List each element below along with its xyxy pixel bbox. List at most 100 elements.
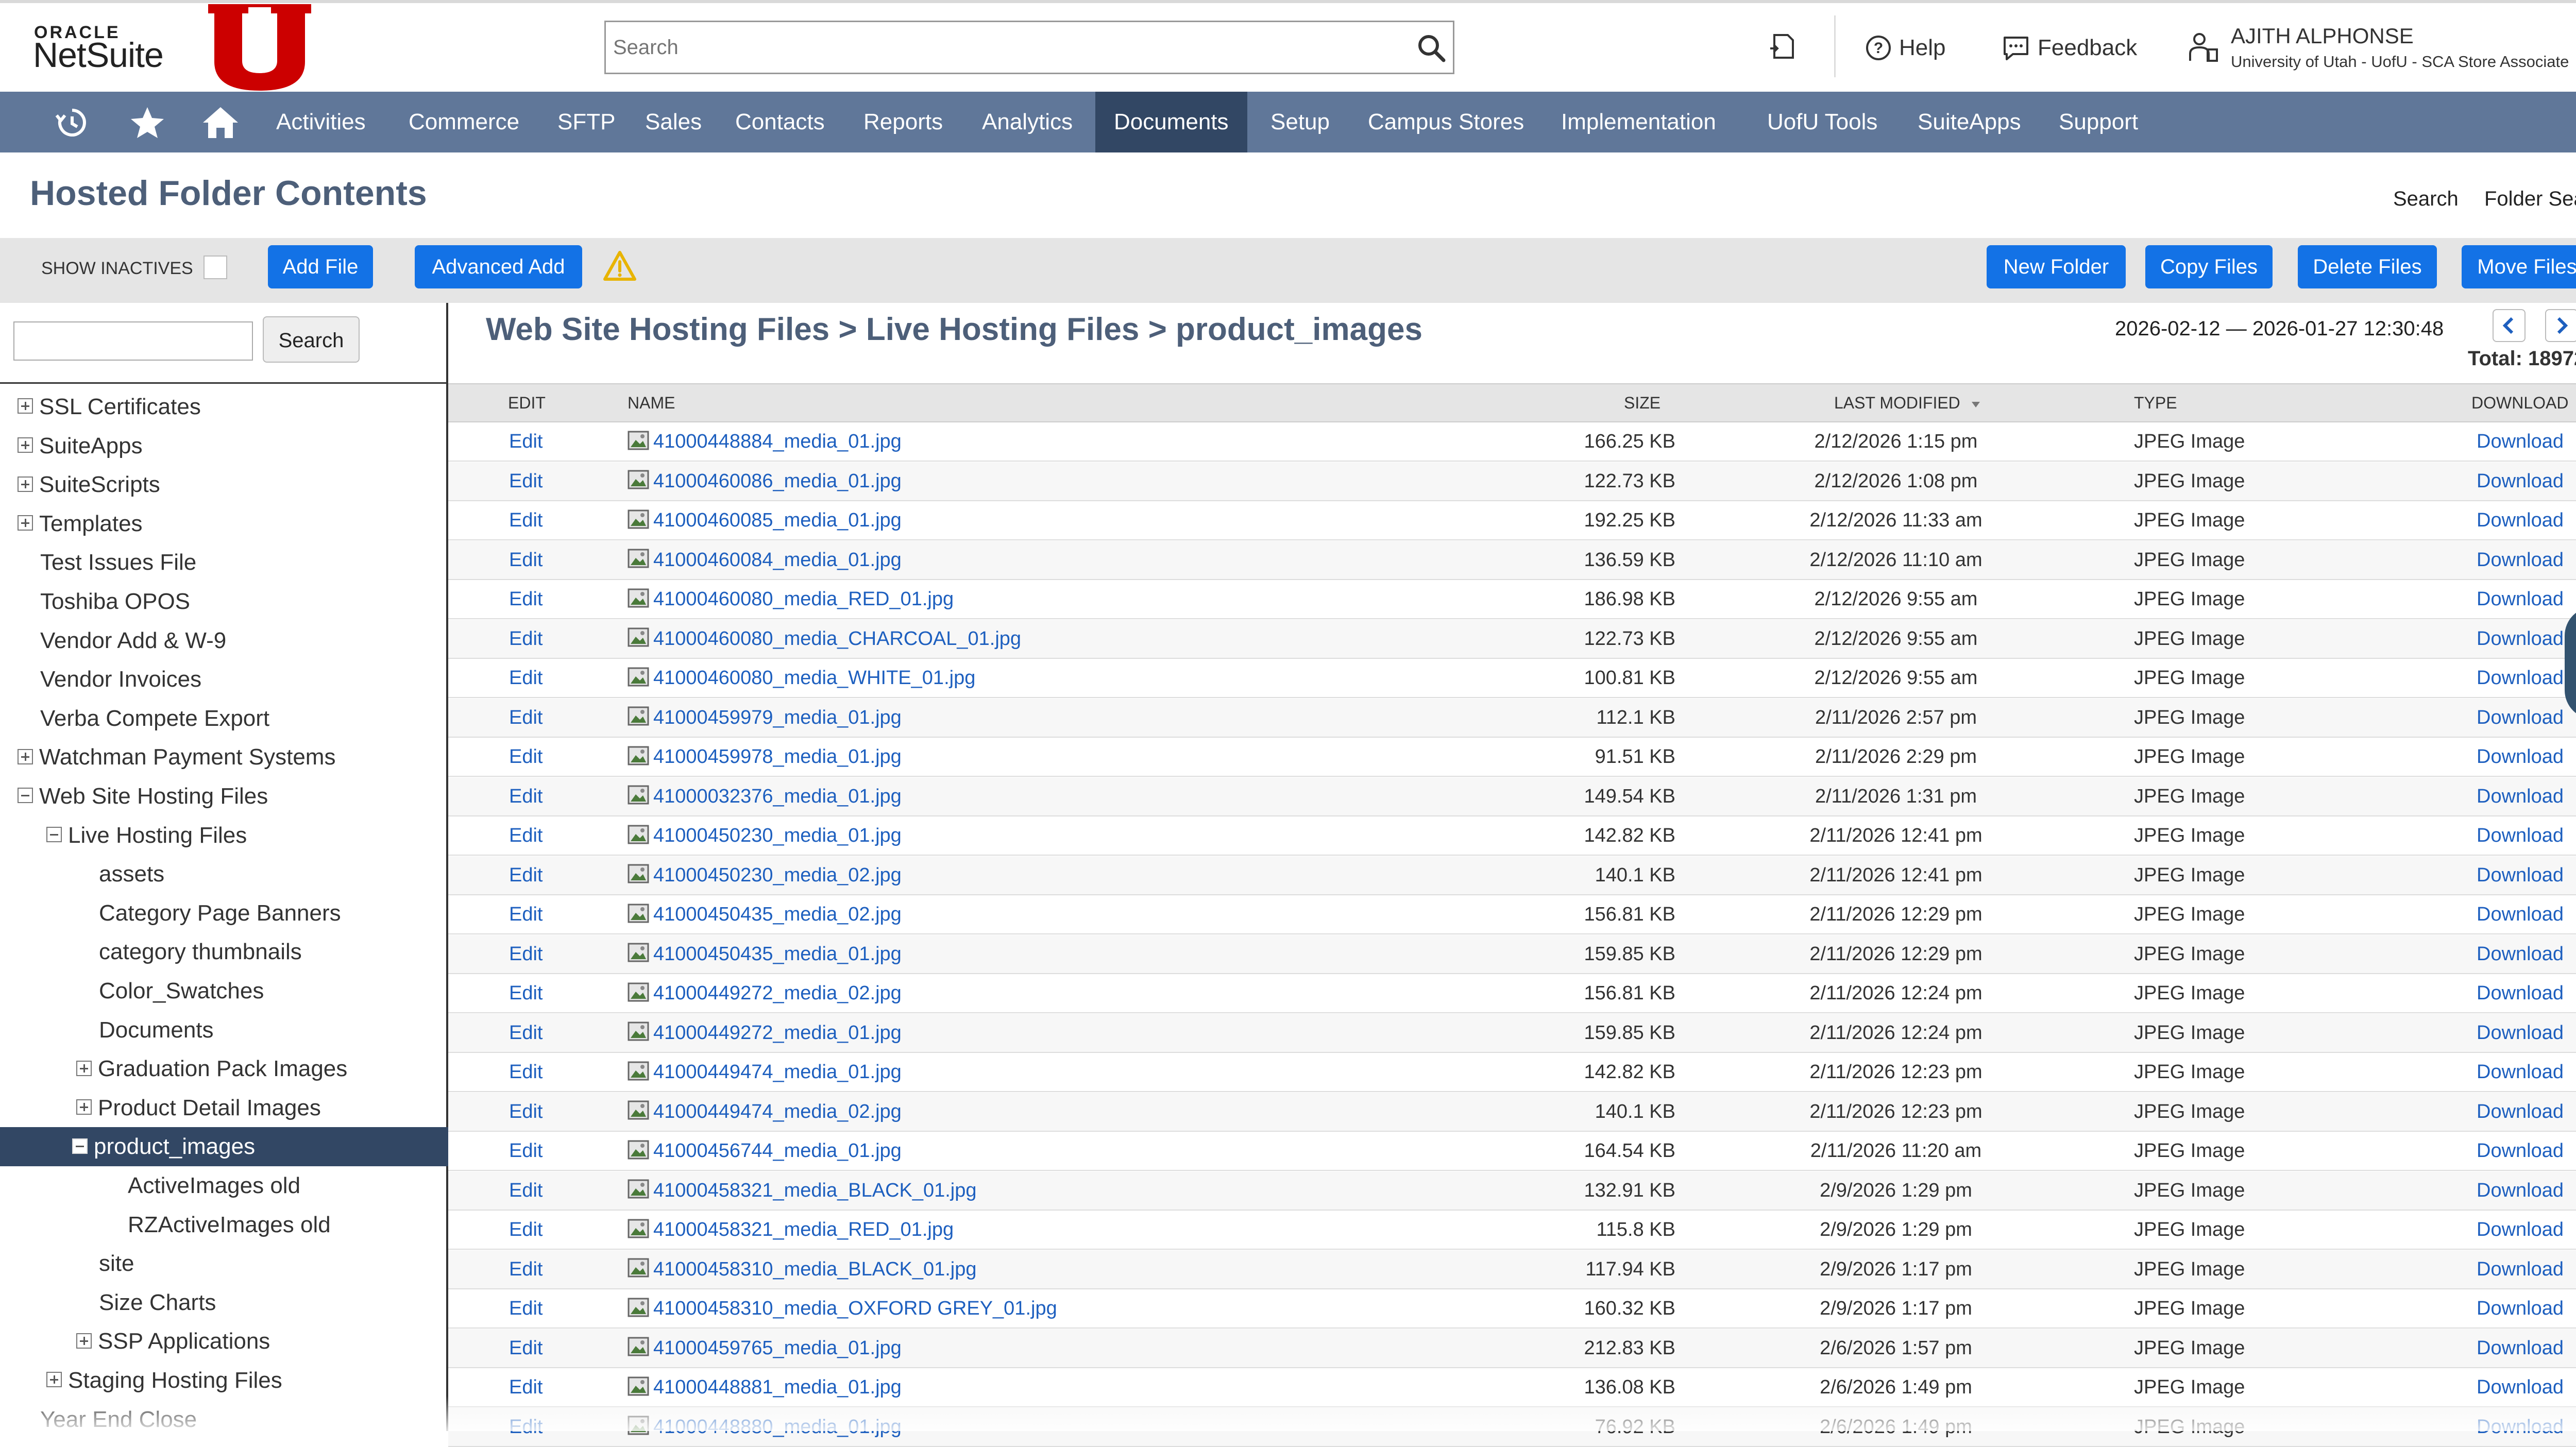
- tree-node[interactable]: Size Charts: [99, 1283, 216, 1322]
- file-name-link[interactable]: 41000460086_media_01.jpg: [628, 462, 902, 500]
- tree-node[interactable]: assets: [99, 855, 164, 894]
- nav-support[interactable]: Support: [2040, 92, 2157, 152]
- col-size[interactable]: SIZE: [1624, 384, 1660, 421]
- collapse-icon[interactable]: [72, 1138, 88, 1154]
- move-files-button[interactable]: Move Files: [2462, 245, 2576, 288]
- file-name-link[interactable]: 41000450435_media_01.jpg: [628, 935, 902, 973]
- global-search-input[interactable]: [606, 22, 1387, 73]
- edit-link[interactable]: Edit: [509, 1289, 543, 1327]
- expand-icon[interactable]: [18, 515, 33, 531]
- expand-icon[interactable]: [76, 1333, 92, 1349]
- file-name-link[interactable]: 41000449272_media_01.jpg: [628, 1014, 902, 1052]
- edit-link[interactable]: Edit: [509, 816, 543, 855]
- add-file-button[interactable]: Add File: [268, 245, 373, 288]
- file-name-link[interactable]: 41000450435_media_02.jpg: [628, 895, 902, 933]
- tree-node[interactable]: Category Page Banners: [99, 894, 341, 933]
- edit-link[interactable]: Edit: [509, 1329, 543, 1367]
- edit-link[interactable]: Edit: [509, 974, 543, 1012]
- edit-link[interactable]: Edit: [509, 738, 543, 776]
- tree-node[interactable]: product_images: [0, 1127, 518, 1167]
- file-name-link[interactable]: 41000458310_media_OXFORD GREY_01.jpg: [628, 1289, 1057, 1327]
- file-name-link[interactable]: 41000449474_media_01.jpg: [628, 1053, 902, 1091]
- download-link[interactable]: Download: [2477, 541, 2564, 579]
- nav-sales[interactable]: Sales: [626, 92, 720, 152]
- edit-link[interactable]: Edit: [509, 1053, 543, 1091]
- nav-analytics[interactable]: Analytics: [963, 92, 1091, 152]
- file-name-link[interactable]: 41000448884_media_01.jpg: [628, 422, 902, 461]
- tree-search-input[interactable]: [13, 321, 253, 361]
- download-link[interactable]: Download: [2477, 1329, 2564, 1367]
- nav-uofu-tools[interactable]: UofU Tools: [1749, 92, 1896, 152]
- search-link[interactable]: Search: [2393, 188, 2459, 211]
- tree-node[interactable]: Templates: [18, 504, 143, 543]
- tree-node[interactable]: Product Detail Images: [76, 1088, 321, 1128]
- download-link[interactable]: Download: [2477, 895, 2564, 933]
- help-widget[interactable]: i: [2565, 607, 2576, 719]
- file-name-link[interactable]: 41000459978_media_01.jpg: [628, 738, 902, 776]
- expand-icon[interactable]: [46, 1372, 62, 1388]
- edit-link[interactable]: Edit: [509, 1211, 543, 1249]
- tree-node[interactable]: SSL Certificates: [18, 387, 201, 427]
- edit-link[interactable]: Edit: [509, 856, 543, 894]
- previous-page-button[interactable]: [2493, 309, 2526, 342]
- file-name-link[interactable]: 41000450230_media_02.jpg: [628, 856, 902, 894]
- nav-contacts[interactable]: Contacts: [717, 92, 843, 152]
- expand-icon[interactable]: [18, 398, 33, 414]
- download-link[interactable]: Download: [2477, 856, 2564, 894]
- edit-link[interactable]: Edit: [509, 1171, 543, 1210]
- delete-files-button[interactable]: Delete Files: [2298, 245, 2437, 288]
- tree-node[interactable]: Web Site Hosting Files: [18, 777, 268, 816]
- next-page-button[interactable]: [2545, 309, 2576, 342]
- download-link[interactable]: Download: [2477, 738, 2564, 776]
- tree-search-button[interactable]: Search: [263, 316, 360, 363]
- edit-link[interactable]: Edit: [509, 777, 543, 815]
- collapse-icon[interactable]: [18, 788, 33, 804]
- file-name-link[interactable]: 41000448880_media_01.jpg: [628, 1408, 902, 1446]
- edit-link[interactable]: Edit: [509, 1408, 543, 1446]
- edit-link[interactable]: Edit: [509, 501, 543, 539]
- tree-node[interactable]: category thumbnails: [99, 932, 302, 972]
- folder-search-link[interactable]: Folder Search: [2484, 188, 2576, 211]
- download-link[interactable]: Download: [2477, 620, 2564, 658]
- file-name-link[interactable]: 41000448881_media_01.jpg: [628, 1368, 902, 1406]
- nav-suiteapps[interactable]: SuiteApps: [1899, 92, 2040, 152]
- nav-reports[interactable]: Reports: [845, 92, 961, 152]
- edit-link[interactable]: Edit: [509, 935, 543, 973]
- tree-node[interactable]: Test Issues File: [40, 543, 196, 582]
- download-link[interactable]: Download: [2477, 462, 2564, 500]
- download-link[interactable]: Download: [2477, 1053, 2564, 1091]
- download-link[interactable]: Download: [2477, 699, 2564, 737]
- edit-link[interactable]: Edit: [509, 699, 543, 737]
- tree-node[interactable]: Year End Close: [40, 1400, 197, 1439]
- col-name[interactable]: NAME: [628, 384, 675, 421]
- tree-node[interactable]: Verba Compete Export: [40, 699, 269, 738]
- tree-node[interactable]: Vendor Invoices: [40, 660, 201, 699]
- nav-implementation[interactable]: Implementation: [1543, 92, 1735, 152]
- download-link[interactable]: Download: [2477, 580, 2564, 618]
- file-name-link[interactable]: 41000458321_media_BLACK_01.jpg: [628, 1171, 977, 1210]
- file-name-link[interactable]: 41000458321_media_RED_01.jpg: [628, 1211, 954, 1249]
- expand-icon[interactable]: [76, 1060, 92, 1076]
- download-link[interactable]: Download: [2477, 935, 2564, 973]
- favorites-star-icon[interactable]: [129, 104, 166, 141]
- download-link[interactable]: Download: [2477, 501, 2564, 539]
- netsuite-logo[interactable]: NetSuite: [33, 35, 164, 75]
- edit-link[interactable]: Edit: [509, 580, 543, 618]
- tree-node[interactable]: Toshiba OPOS: [40, 582, 190, 621]
- file-name-link[interactable]: 41000459979_media_01.jpg: [628, 699, 902, 737]
- nav-campus-stores[interactable]: Campus Stores: [1349, 92, 1543, 152]
- download-link[interactable]: Download: [2477, 1408, 2564, 1446]
- expand-icon[interactable]: [18, 437, 33, 453]
- expand-icon[interactable]: [18, 476, 33, 492]
- download-link[interactable]: Download: [2477, 422, 2564, 461]
- download-link[interactable]: Download: [2477, 1368, 2564, 1406]
- file-name-link[interactable]: 41000460080_media_CHARCOAL_01.jpg: [628, 620, 1021, 658]
- tree-node[interactable]: SuiteScripts: [18, 465, 160, 504]
- file-name-link[interactable]: 41000460084_media_01.jpg: [628, 541, 902, 579]
- edit-link[interactable]: Edit: [509, 620, 543, 658]
- download-link[interactable]: Download: [2477, 1250, 2564, 1288]
- file-name-link[interactable]: 41000032376_media_01.jpg: [628, 777, 902, 815]
- copy-files-button[interactable]: Copy Files: [2145, 245, 2273, 288]
- edit-link[interactable]: Edit: [509, 1093, 543, 1131]
- recent-records-icon[interactable]: [1767, 31, 1798, 62]
